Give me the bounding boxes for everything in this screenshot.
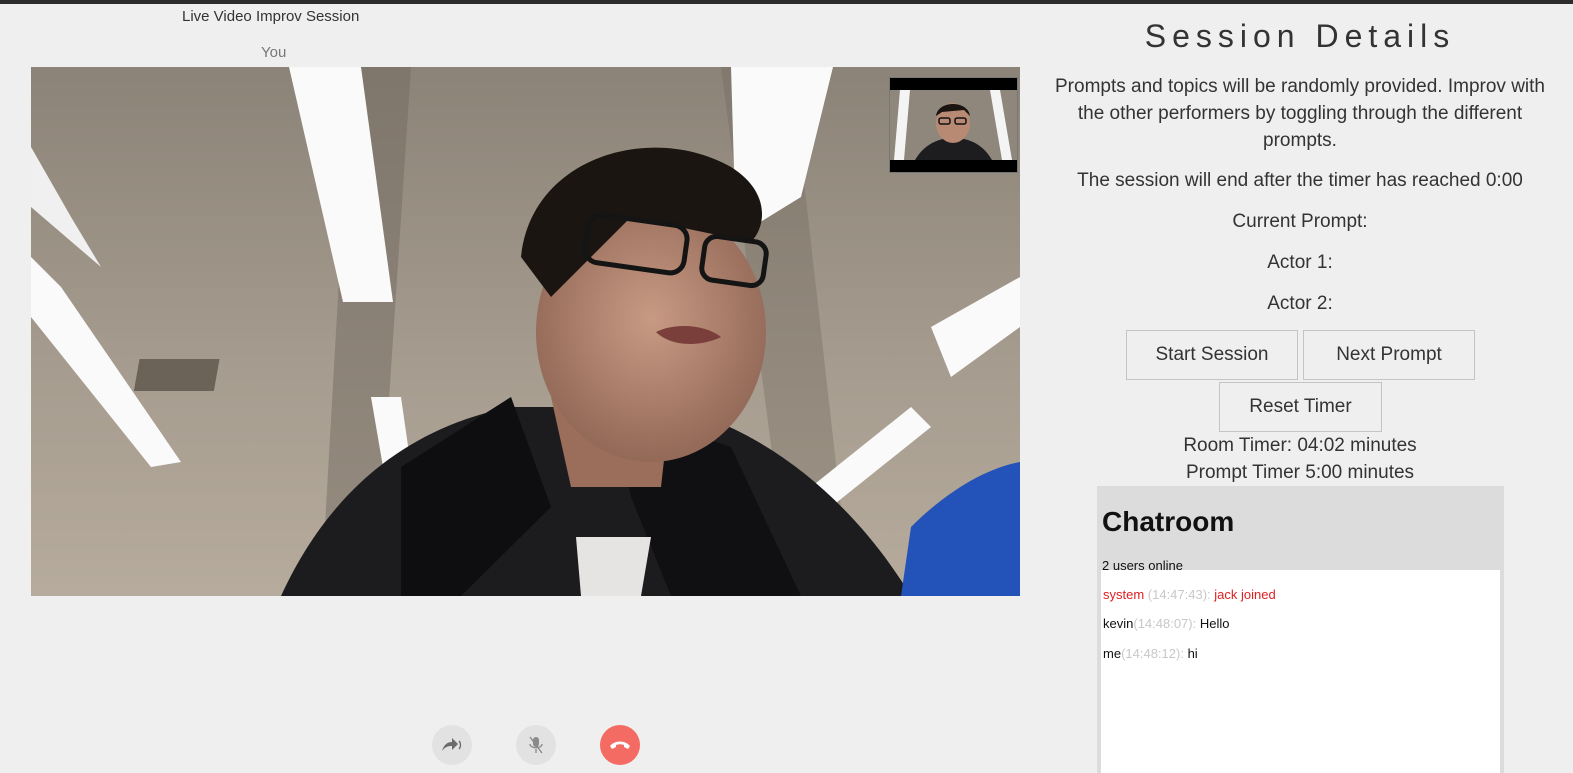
message-time: (14:47:43): [1144,587,1215,602]
message-sender: system [1103,587,1145,602]
room-timer: Room Timer: 04:02 minutes [1183,435,1417,456]
main-video-feed [31,67,1020,596]
local-video-illustration [890,78,1017,172]
local-video-label: You [261,44,287,61]
start-session-button[interactable]: Start Session [1126,330,1298,380]
video-frame-illustration [31,67,1020,596]
phone-hangup-icon [610,741,630,749]
next-prompt-button[interactable]: Next Prompt [1303,330,1475,380]
chat-message: system (14:47:43): jack joined [1103,587,1276,602]
message-text: hi [1187,646,1198,661]
session-details-heading: Session Details [1144,18,1456,54]
message-time: (14:48:12): [1121,646,1188,661]
actor-1-label: Actor 1: [1267,252,1333,273]
chatroom-heading: Chatroom [1102,506,1235,537]
message-time: (14:48:07): [1133,616,1200,631]
chat-message: kevin(14:48:07): Hello [1103,616,1229,631]
hangup-button[interactable] [600,725,640,765]
reset-timer-button[interactable]: Reset Timer [1219,382,1382,432]
chat-message: me(14:48:12): hi [1103,646,1198,661]
session-end-note: The session will end after the timer has… [1077,170,1523,191]
share-button[interactable] [432,725,472,765]
current-prompt-label: Current Prompt: [1232,211,1368,232]
session-description: Prompts and topics will be randomly prov… [1055,76,1545,151]
message-text: jack joined [1214,587,1276,602]
message-sender: kevin [1103,616,1134,631]
microphone-muted-icon [529,736,543,754]
chat-message-log[interactable]: system (14:47:43): jack joined kevin(14:… [1101,570,1500,773]
top-bar [0,0,1573,4]
actor-2-label: Actor 2: [1267,293,1333,314]
prompt-timer: Prompt Timer 5:00 minutes [1185,462,1415,483]
session-title: Live Video Improv Session [182,8,360,25]
message-sender: me [1103,646,1122,661]
chatroom-panel: Chatroom 2 users online system (14:47:43… [1097,486,1504,773]
mute-button[interactable] [516,725,556,765]
message-text: Hello [1199,616,1230,631]
share-arrow-icon [442,738,462,751]
local-video-preview [889,77,1018,173]
